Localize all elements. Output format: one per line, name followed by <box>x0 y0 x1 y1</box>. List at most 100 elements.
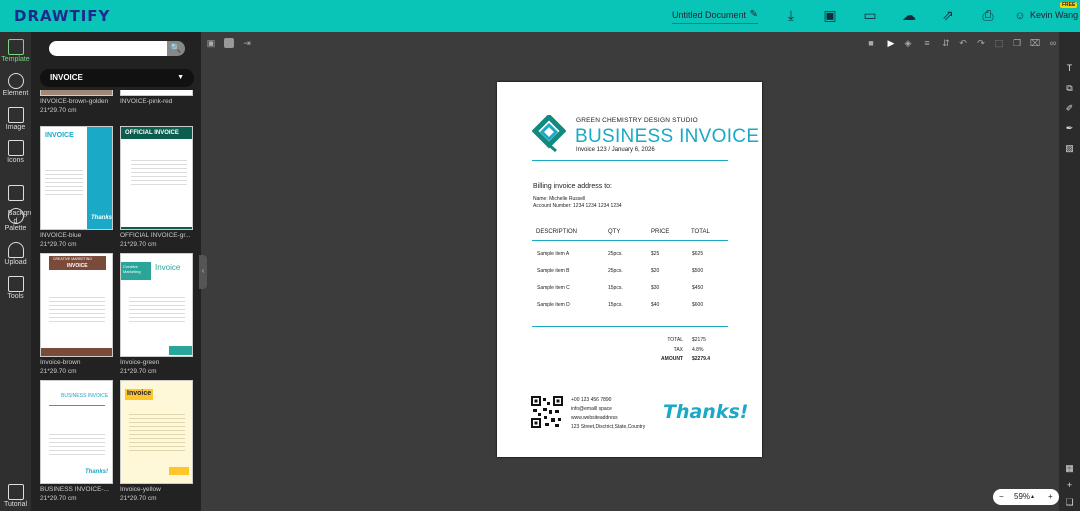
contact-phone[interactable]: +00 123 456 7890 <box>571 397 611 403</box>
template-thumb[interactable]: Creative Marketing Invoice Invoice-green… <box>120 253 193 375</box>
billing-account[interactable]: Account Number: 1234 1234 1234 1234 <box>533 203 622 209</box>
undo-icon[interactable]: ↶ <box>957 37 969 49</box>
thumb-size: 21*29.70 cm <box>40 241 77 248</box>
rail-tutorial[interactable]: Tutorial <box>0 484 31 508</box>
user-name[interactable]: Kevin Wang <box>1030 10 1078 20</box>
collapse-panel-icon[interactable]: ‹ <box>199 255 207 289</box>
search-icon[interactable]: 🔍 <box>167 41 185 56</box>
brush-icon[interactable]: ✐ <box>1063 102 1076 115</box>
template-panel: 🔍 INVOICE ▼ INVOICE-brown-golden 21*29.7… <box>31 32 201 511</box>
amount-label[interactable]: AMOUNT <box>603 356 683 362</box>
flip-icon[interactable]: ⇵ <box>940 37 952 49</box>
caret-up-icon[interactable]: ▴ <box>1031 493 1034 500</box>
rail-template[interactable]: Template <box>0 39 31 63</box>
qr-code-icon[interactable] <box>531 396 563 428</box>
pen-icon[interactable]: ✒ <box>1063 122 1076 135</box>
thumb-size: 21*29.70 cm <box>120 241 157 248</box>
zoom-level[interactable]: 59% <box>1014 492 1030 501</box>
amount-value[interactable]: $2279.4 <box>692 356 710 362</box>
total-label[interactable]: TOTAL <box>603 337 683 343</box>
category-dropdown[interactable]: INVOICE ▼ <box>40 69 194 87</box>
background-icon <box>7 185 24 201</box>
search-input[interactable] <box>49 41 167 56</box>
invoice-number[interactable]: Invoice 123 / January 6, 2026 <box>576 147 655 153</box>
col-header-total[interactable]: TOTAL <box>691 229 710 235</box>
row-qty: 15pcs. <box>608 302 623 308</box>
pencil-icon[interactable]: ✎ <box>750 9 758 20</box>
thumb-text: Thanks! <box>91 215 113 221</box>
contact-email[interactable]: info@emaill space <box>571 406 612 412</box>
thumb-name: Invoice-yellow <box>120 486 161 493</box>
rail-label: Image <box>5 124 26 131</box>
col-header-price[interactable]: PRICE <box>651 229 669 235</box>
rail-label: Icons <box>7 157 24 164</box>
zoom-control: − 59% ▴ + <box>993 489 1059 505</box>
save-icon[interactable]: ▣ <box>821 6 839 24</box>
rail-element[interactable]: Element <box>0 73 31 97</box>
import-icon[interactable]: ⇥ <box>241 37 253 49</box>
text-icon[interactable]: T <box>1063 62 1076 75</box>
rail-icons[interactable]: Icons <box>0 140 31 164</box>
contact-web[interactable]: www.websiteaddress <box>571 415 618 421</box>
contact-address[interactable]: 123 Street,Disctrict,State,Country <box>571 424 645 430</box>
thumb-text: Invoice <box>155 263 181 272</box>
total-value[interactable]: $2175 <box>692 337 706 343</box>
template-thumb[interactable]: INVOICE Thanks! INVOICE-blue 21*29.70 cm <box>40 126 113 248</box>
document-title[interactable]: Untitled Document ✎ <box>672 9 758 24</box>
rail-palette[interactable]: Palette <box>0 208 31 232</box>
billing-name[interactable]: Name: Michelle Russell <box>533 196 585 202</box>
user-icon[interactable]: ☺ <box>1011 7 1029 25</box>
fit-screen-icon[interactable]: ▣ <box>205 37 217 49</box>
rail-image[interactable]: Image <box>0 107 31 131</box>
thumb-image <box>40 90 113 96</box>
shapes-icon[interactable]: ⧉ <box>1063 82 1076 95</box>
category-value: INVOICE <box>50 73 83 82</box>
lock-icon[interactable]: ⌧ <box>1029 37 1041 49</box>
rail-upload[interactable]: Upload <box>0 242 31 266</box>
link-icon[interactable]: ∞ <box>1047 37 1059 49</box>
col-header-qty[interactable]: QTY <box>608 229 620 235</box>
redo-icon[interactable]: ↷ <box>975 37 987 49</box>
image-icon[interactable]: ▨ <box>1063 142 1076 155</box>
tax-value[interactable]: 4.8% <box>692 347 703 353</box>
download-icon[interactable]: ⤓ <box>782 6 800 24</box>
rail-label: Palette <box>4 225 27 232</box>
zoom-in-button[interactable]: + <box>1048 492 1053 501</box>
align-icon[interactable]: ≡ <box>921 37 933 49</box>
template-thumb[interactable]: BUSINESS INVOICE Thanks! BUSINESS INVOIC… <box>40 380 113 502</box>
row-qty: 25pcs. <box>608 268 623 274</box>
template-thumb[interactable]: Invoice Invoice-yellow 21*29.70 cm <box>120 380 193 502</box>
template-thumb[interactable]: CREATIVE MARKETING INVOICE Invoice-brown… <box>40 253 113 375</box>
template-thumb[interactable]: OFFICIAL INVOICE OFFICIAL INVOICE-gr... … <box>120 126 193 248</box>
template-thumb[interactable]: INVOICE-pink-red <box>120 90 193 107</box>
pages-icon[interactable]: ❏ <box>1063 496 1076 509</box>
print-icon[interactable]: ⎙ <box>979 6 997 24</box>
play-icon[interactable]: ▶ <box>885 37 897 49</box>
share-icon[interactable]: ⇗ <box>939 6 957 24</box>
add-page-icon[interactable]: + <box>1063 479 1076 492</box>
transform-icon[interactable]: ⬚ <box>993 37 1005 49</box>
col-header-description[interactable]: DESCRIPTION <box>536 229 577 235</box>
free-badge: FREE <box>1060 2 1078 8</box>
present-icon[interactable]: ▭ <box>861 6 879 24</box>
thumb-name: OFFICIAL INVOICE-gr... <box>120 232 191 239</box>
app-logo[interactable]: DRAWTIFY <box>14 7 110 25</box>
video-icon[interactable]: ■ <box>865 37 877 49</box>
zoom-out-button[interactable]: − <box>999 492 1004 501</box>
page-color-icon[interactable] <box>224 38 234 48</box>
row-qty: 15pcs. <box>608 285 623 291</box>
studio-name[interactable]: GREEN CHEMISTRY DESIGN STUDIO <box>576 117 698 124</box>
invoice-page[interactable]: GREEN CHEMISTRY DESIGN STUDIO BUSINESS I… <box>497 82 762 457</box>
studio-logo-icon[interactable] <box>532 115 566 153</box>
cloud-icon[interactable]: ☁ <box>900 6 918 24</box>
template-thumb[interactable]: INVOICE-brown-golden 21*29.70 cm <box>40 90 113 114</box>
grid-icon[interactable]: ▦ <box>1063 462 1076 475</box>
invoice-title[interactable]: BUSINESS INVOICE <box>575 126 759 148</box>
tax-label[interactable]: TAX <box>603 347 683 353</box>
rail-tools[interactable]: Tools <box>0 276 31 300</box>
billing-heading[interactable]: Billing invoice address to: <box>533 183 612 190</box>
layers-icon[interactable]: ◈ <box>902 37 914 49</box>
thanks-text[interactable]: Thanks! <box>663 401 748 423</box>
copy-icon[interactable]: ❐ <box>1011 37 1023 49</box>
row-total: $625 <box>692 251 704 257</box>
